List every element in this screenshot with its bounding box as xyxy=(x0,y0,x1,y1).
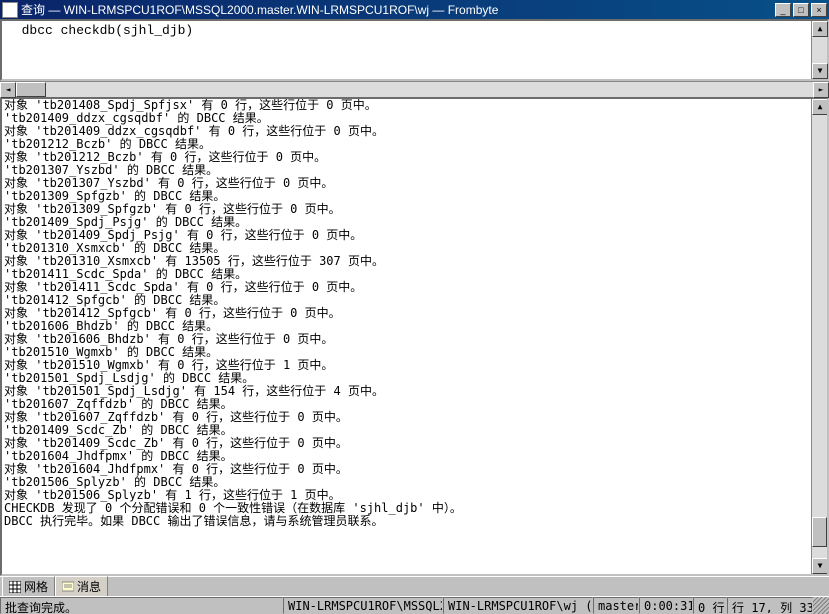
scroll-thumb[interactable] xyxy=(812,517,827,547)
results-scrollbar-vertical[interactable]: ▲ ▼ xyxy=(811,99,827,574)
scroll-up-icon[interactable]: ▲ xyxy=(812,21,828,37)
status-rows: 0 行 xyxy=(693,597,727,614)
editor-scrollbar-vertical[interactable]: ▲ ▼ xyxy=(811,21,827,79)
scroll-down-icon[interactable]: ▼ xyxy=(812,63,828,79)
sql-editor-pane: dbcc checkdb(sjhl_djb) ▲ ▼ xyxy=(0,19,829,81)
status-server: WIN-LRMSPCU1ROF\MSSQL2000 xyxy=(283,597,443,614)
results-pane: 对象 'tb201408_Spdj_Spfjsx' 有 0 行，这些行位于 0 … xyxy=(0,97,829,576)
titlebar[interactable]: 查询 — WIN-LRMSPCU1ROF\MSSQL2000.master.WI… xyxy=(0,0,829,19)
results-text[interactable]: 对象 'tb201408_Spdj_Spfjsx' 有 0 行，这些行位于 0 … xyxy=(2,99,811,574)
messages-icon xyxy=(62,581,74,593)
tab-grid[interactable]: 网格 xyxy=(2,576,55,597)
status-cursor: 行 17, 列 33 xyxy=(727,597,813,614)
editor-scrollbar-horizontal[interactable]: ◄ ► xyxy=(0,81,829,97)
app-icon xyxy=(2,2,18,18)
scroll-right-icon[interactable]: ► xyxy=(813,82,829,98)
window-controls: _ □ × xyxy=(773,3,827,17)
scroll-up-icon[interactable]: ▲ xyxy=(812,99,828,115)
resize-grip[interactable] xyxy=(813,597,829,614)
status-db: master xyxy=(593,597,639,614)
tab-grid-label: 网格 xyxy=(24,578,48,595)
maximize-button[interactable]: □ xyxy=(793,3,809,17)
close-button[interactable]: × xyxy=(811,3,827,17)
scroll-thumb[interactable] xyxy=(16,82,46,97)
grid-icon xyxy=(9,581,21,593)
scroll-down-icon[interactable]: ▼ xyxy=(812,558,828,574)
status-user: WIN-LRMSPCU1ROF\wj (52) xyxy=(443,597,593,614)
minimize-button[interactable]: _ xyxy=(775,3,791,17)
status-bar: 批查询完成。 WIN-LRMSPCU1ROF\MSSQL2000 WIN-LRM… xyxy=(0,596,829,614)
window-title: 查询 — WIN-LRMSPCU1ROF\MSSQL2000.master.WI… xyxy=(21,1,773,18)
tab-messages[interactable]: 消息 xyxy=(55,576,108,597)
tab-messages-label: 消息 xyxy=(77,578,101,595)
status-time: 0:00:31 xyxy=(639,597,693,614)
results-tabs: 网格 消息 xyxy=(0,576,829,596)
status-message: 批查询完成。 xyxy=(0,597,283,614)
scroll-left-icon[interactable]: ◄ xyxy=(0,82,16,98)
sql-editor[interactable]: dbcc checkdb(sjhl_djb) xyxy=(2,21,811,79)
